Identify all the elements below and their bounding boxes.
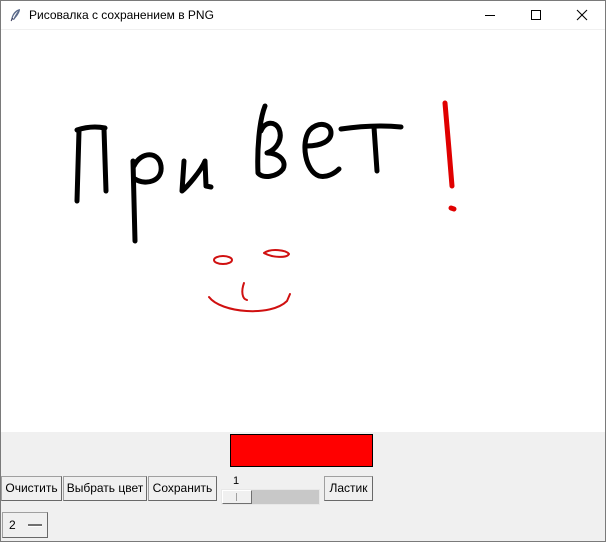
- save-button[interactable]: Сохранить: [148, 476, 217, 501]
- handwritten-privet: [74, 103, 404, 244]
- close-button[interactable]: [559, 1, 605, 29]
- option-menu-value: 2: [9, 518, 16, 532]
- size-option-menu[interactable]: 2: [2, 512, 48, 538]
- canvas-drawing: [74, 100, 457, 313]
- maximize-button[interactable]: [513, 1, 559, 29]
- drawing-canvas[interactable]: [1, 30, 605, 432]
- close-icon: [576, 9, 588, 21]
- brush-size-value: 1: [233, 475, 240, 487]
- slider-thumb[interactable]: [222, 490, 252, 504]
- choose-color-button[interactable]: Выбрать цвет: [63, 476, 147, 501]
- option-menu-indicator-icon: [28, 524, 42, 527]
- eraser-button[interactable]: Ластик: [324, 476, 373, 501]
- feather-icon: [10, 9, 20, 22]
- clear-button[interactable]: Очистить: [1, 476, 62, 501]
- minimize-button[interactable]: [467, 1, 513, 29]
- app-window: Рисовалка с сохранением в PNG Очистить В…: [0, 0, 606, 542]
- brush-size-slider[interactable]: [221, 489, 320, 505]
- smiley-face: [208, 249, 291, 313]
- window-title: Рисовалка с сохранением в PNG: [29, 8, 214, 22]
- current-color-swatch: [230, 434, 373, 467]
- minimize-icon: [485, 15, 495, 16]
- title-bar[interactable]: Рисовалка с сохранением в PNG: [1, 1, 605, 29]
- exclamation-mark: [442, 100, 457, 212]
- controls-panel: Очистить Выбрать цвет Сохранить 1 Ластик…: [1, 432, 605, 541]
- maximize-icon: [531, 10, 541, 20]
